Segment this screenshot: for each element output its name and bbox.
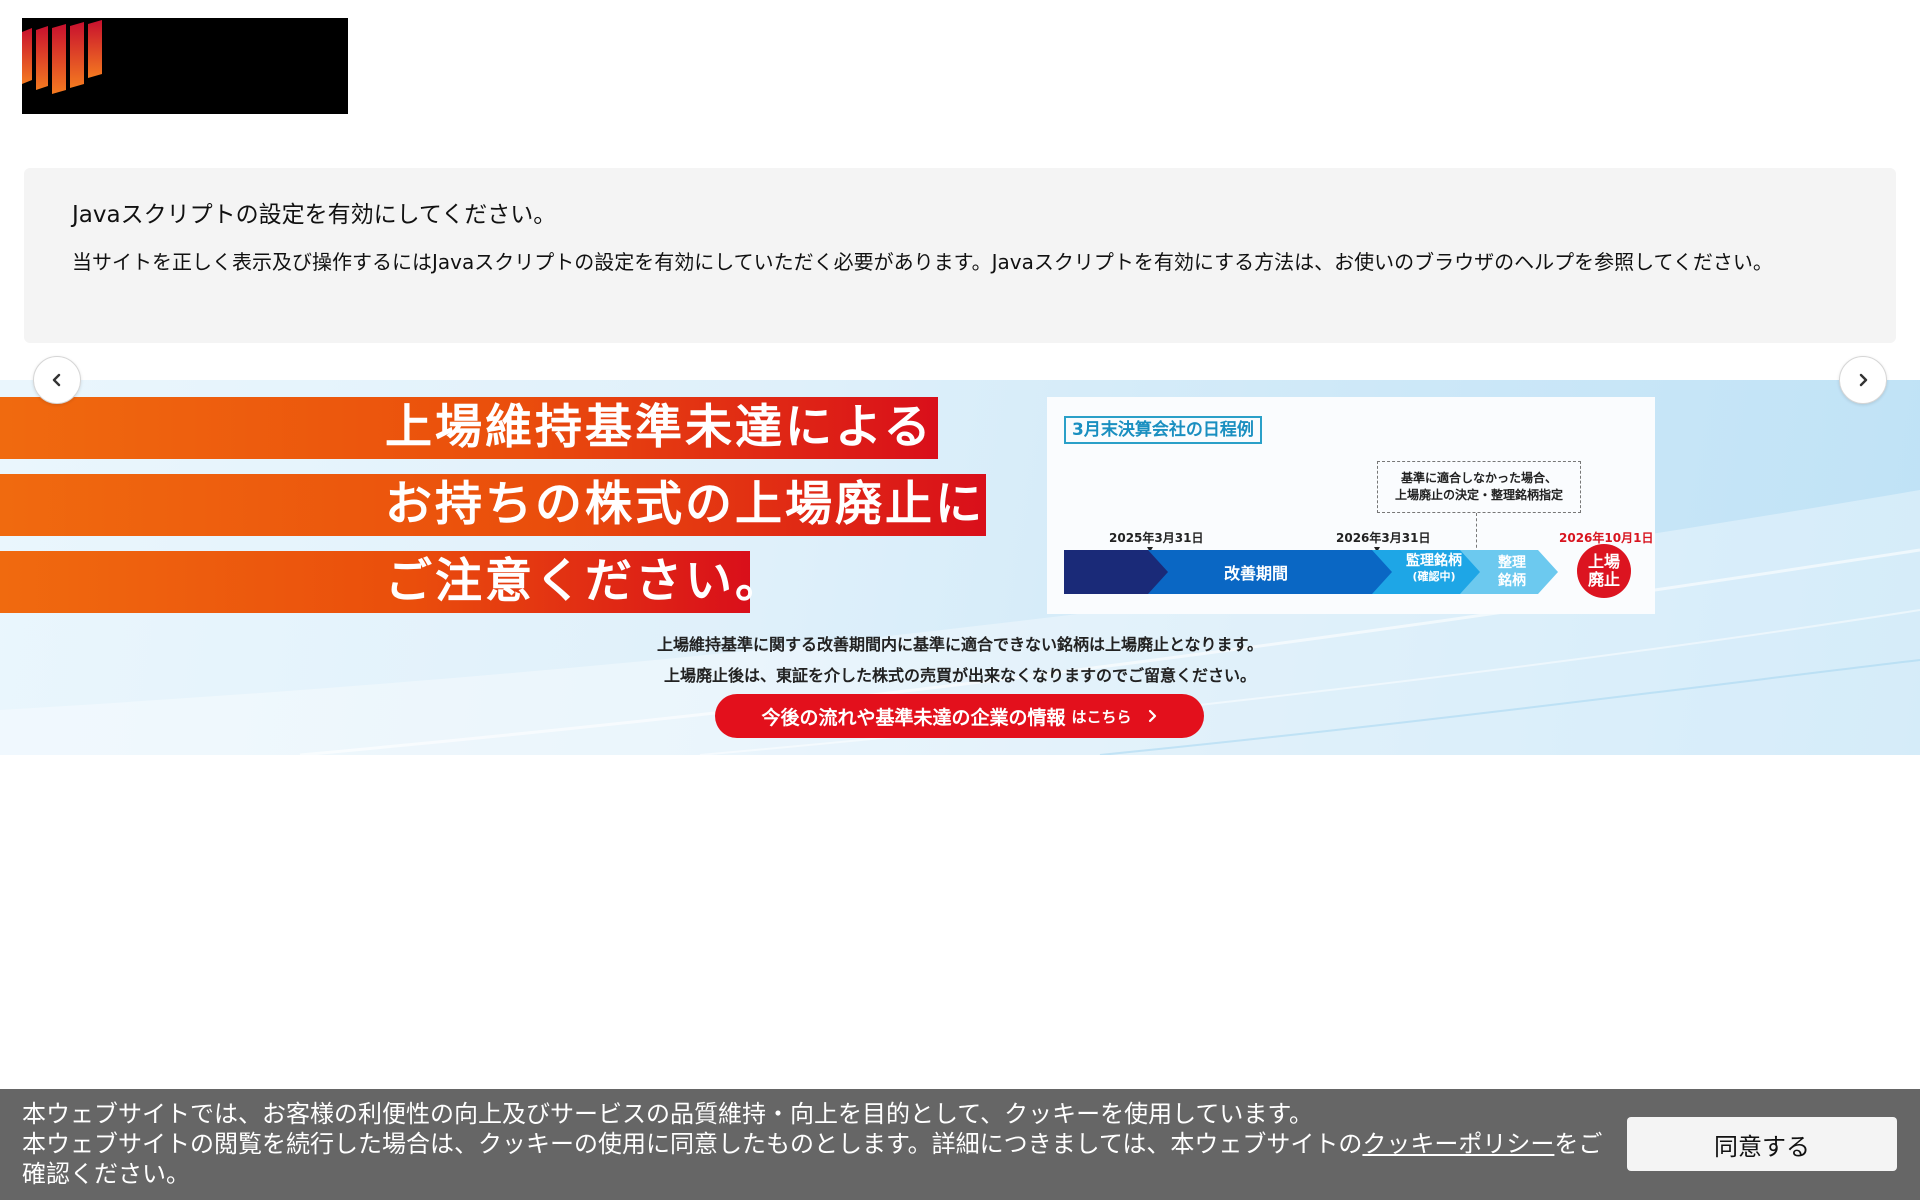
banner-description-2: 上場廃止後は、東証を介した株式の売買が出来なくなりますのでご留意ください。 [663,666,1256,685]
cta-sub-label: はこちら [1071,707,1132,726]
cookie-line-1: 本ウェブサイトでは、お客様の利便性の向上及びサービスの品質維持・向上を目的として… [22,1100,1313,1128]
carousel-prev-button[interactable] [33,356,81,404]
cta-main-label: 今後の流れや基準未達の企業の情報 [761,706,1066,729]
agree-button[interactable]: 同意する [1627,1117,1897,1171]
notice-title: Javaスクリプトの設定を有効にしてください。 [72,202,557,228]
learn-more-button[interactable]: 今後の流れや基準未達の企業の情報 はこちら [715,694,1204,738]
headline-line-1: 上場維持基準未達による [0,397,938,459]
phase-liquidation-label: 整理 銘柄 [1498,555,1526,589]
notice-body: 当サイトを正しく表示及び操作するにはJavaスクリプトの設定を有効にしていただく… [72,250,1773,274]
schedule-note: 基準に適合しなかった場合、 上場廃止の決定・整理銘柄指定 [1377,461,1581,513]
phase-supervision-label: 監理銘柄 (確認中) [1406,553,1462,583]
javascript-notice: Javaスクリプトの設定を有効にしてください。 当サイトを正しく表示及び操作する… [24,168,1896,343]
cookie-banner: 本ウェブサイトでは、お客様の利便性の向上及びサービスの品質維持・向上を目的として… [0,1089,1920,1200]
chevron-left-icon [52,373,61,387]
cookie-message: 本ウェブサイトでは、お客様の利便性の向上及びサービスの品質維持・向上を目的として… [22,1099,1612,1189]
schedule-diagram: 3月末決算会社の日程例 基準に適合しなかった場合、 上場廃止の決定・整理銘柄指定… [1047,397,1655,614]
chevron-right-icon [1148,709,1158,723]
logo-mark-icon [22,20,102,94]
carousel-banner[interactable]: 上場維持基準未達による お持ちの株式の上場廃止に ご注意ください。 3月末決算会… [0,380,1920,755]
delisting-badge: 上場 廃止 [1577,544,1631,598]
chevron-right-icon [1859,373,1868,387]
schedule-title: 3月末決算会社の日程例 [1064,416,1262,444]
banner-description-1: 上場維持基準に関する改善期間内に基準に適合できない銘柄は上場廃止となります。 [657,635,1263,654]
schedule-timeline: 改善期間 監理銘柄 (確認中) 整理 銘柄 [1064,550,1584,598]
cookie-line-2: 本ウェブサイトの閲覧を続行した場合は、クッキーの使用に同意したものとします。詳細… [22,1130,1603,1188]
schedule-note-connector [1476,513,1477,553]
phase-improvement-label: 改善期間 [1224,564,1289,583]
schedule-date-mid: 2026年3月31日 [1336,531,1431,545]
schedule-date-start: 2025年3月31日 [1109,531,1204,545]
headline-line-2: お持ちの株式の上場廃止に [0,474,986,536]
headline-line-3: ご注意ください。 [0,551,782,613]
site-logo[interactable] [22,18,348,114]
cookie-policy-link[interactable]: クッキーポリシー [1362,1130,1554,1158]
carousel-next-button[interactable] [1839,356,1887,404]
